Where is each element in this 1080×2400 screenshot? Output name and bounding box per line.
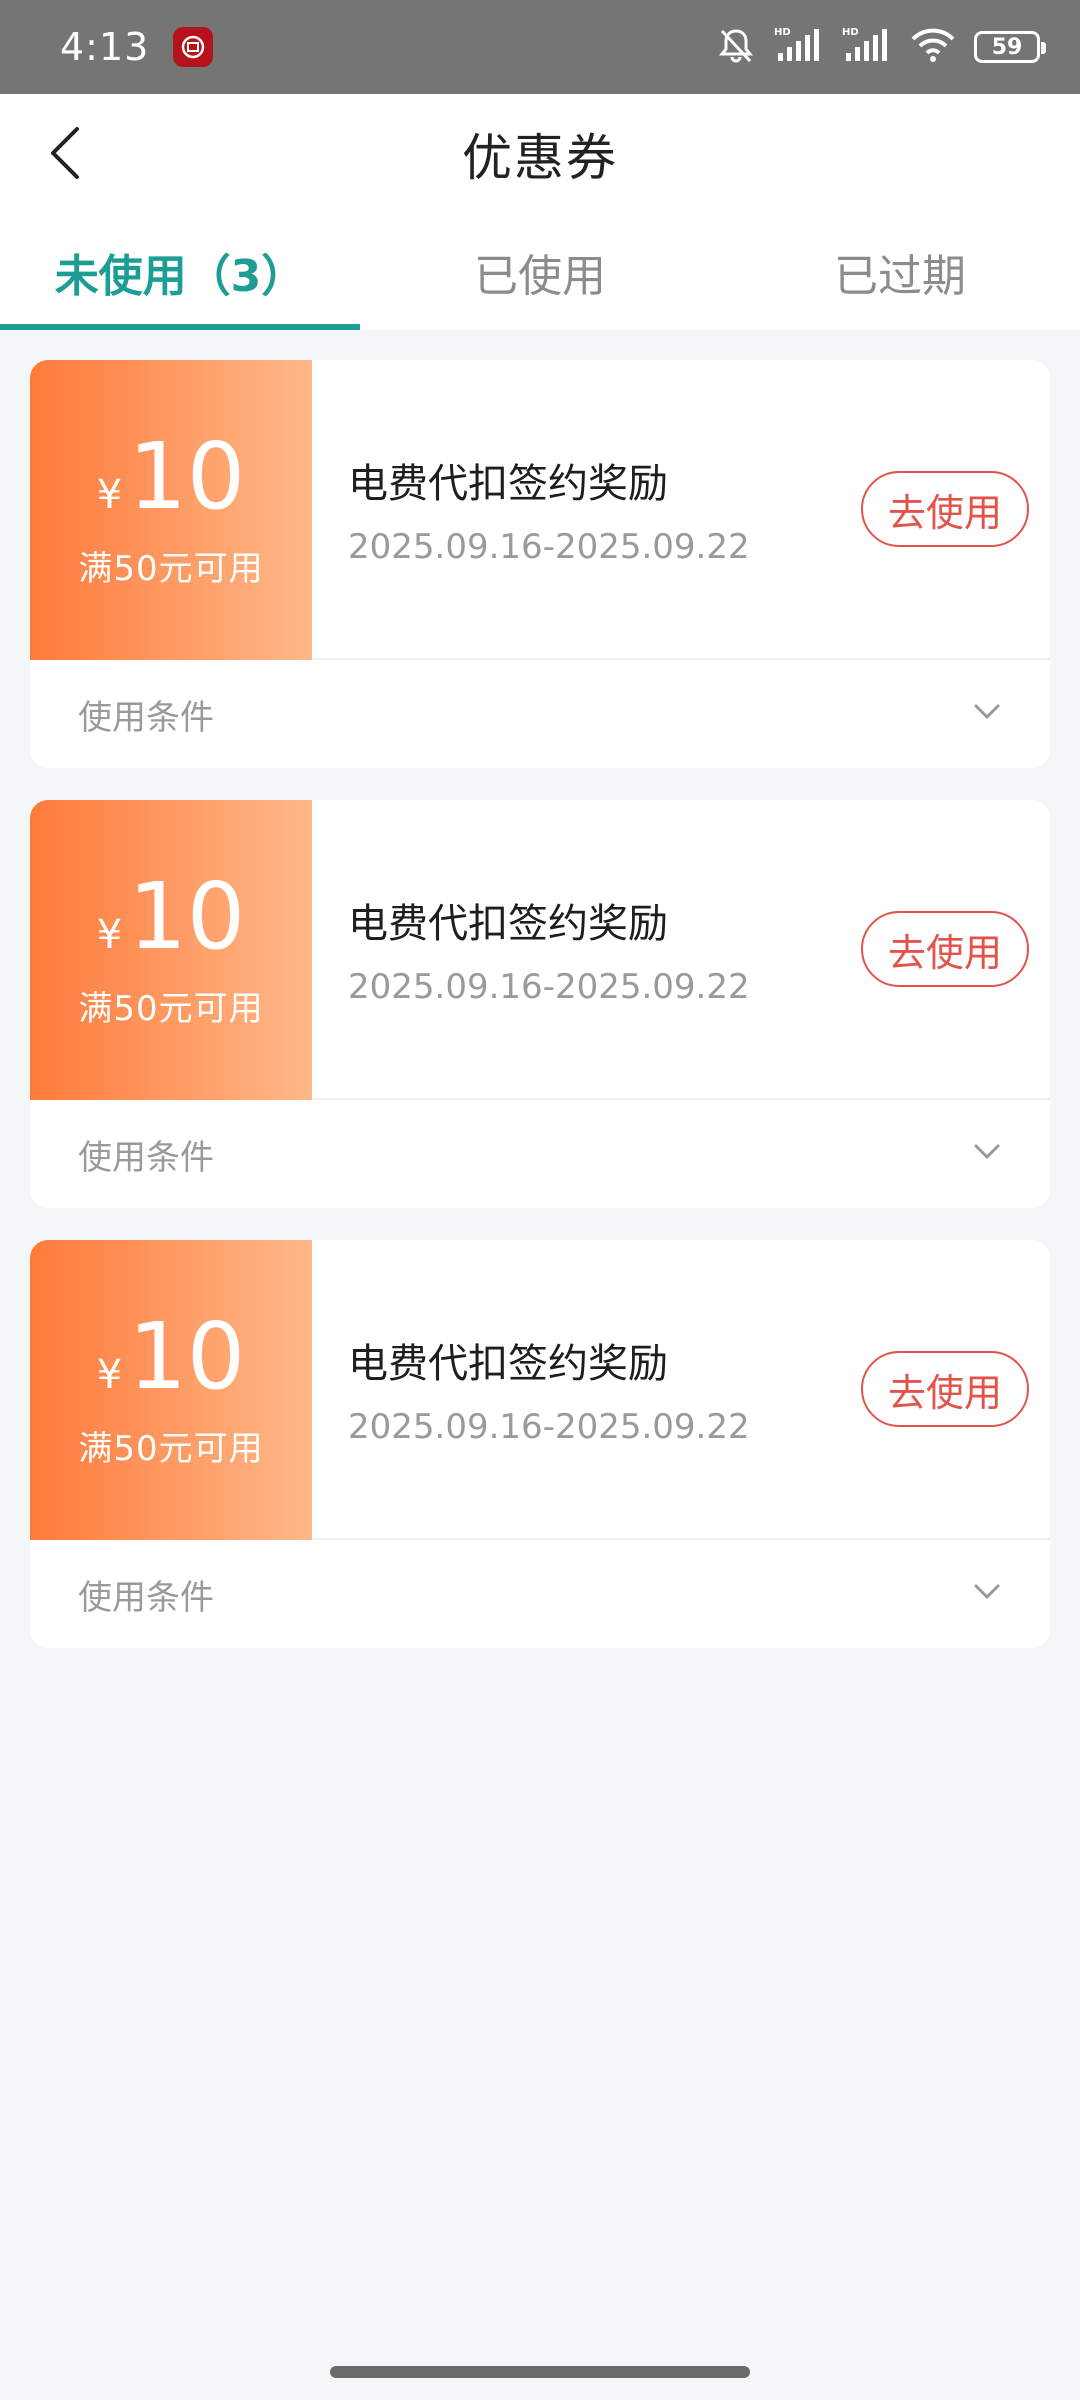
coupon-name: 电费代扣签约奖励 — [348, 901, 668, 947]
chevron-down-icon — [972, 1582, 1002, 1606]
currency-symbol: ¥ — [96, 471, 123, 518]
currency-symbol: ¥ — [96, 1351, 123, 1398]
coupon-top: ¥ 10 满50元可用 电费代扣签约奖励 2025.09.16-2025.09.… — [30, 800, 1050, 1100]
coupon-top: ¥ 10 满50元可用 电费代扣签约奖励 2025.09.16-2025.09.… — [30, 360, 1050, 660]
mute-bell-icon — [716, 25, 756, 69]
tab-expired[interactable]: 已过期 — [720, 214, 1080, 330]
hd-signal-icon: HD — [842, 25, 892, 69]
coupon-name: 电费代扣签约奖励 — [348, 1341, 668, 1387]
app-notification-icon — [173, 27, 214, 67]
battery-level: 59 — [991, 34, 1023, 60]
coupon-condition: 满50元可用 — [78, 988, 264, 1029]
coupon-amount: 10 — [128, 422, 246, 530]
coupon-date-range: 2025.09.16-2025.09.22 — [348, 527, 750, 567]
coupon-info: 电费代扣签约奖励 2025.09.16-2025.09.22 — [312, 800, 840, 1098]
coupon-tabs: 未使用（3） 已使用 已过期 — [0, 214, 1080, 330]
amount-row: ¥ 10 — [96, 422, 246, 530]
use-coupon-button[interactable]: 去使用 — [861, 471, 1029, 547]
currency-symbol: ¥ — [96, 911, 123, 958]
amount-row: ¥ 10 — [96, 862, 246, 970]
status-right: HD HD 59 — [716, 25, 1046, 69]
coupon-condition: 满50元可用 — [78, 548, 264, 589]
coupon-card: ¥ 10 满50元可用 电费代扣签约奖励 2025.09.16-2025.09.… — [30, 800, 1050, 1208]
coupon-name: 电费代扣签约奖励 — [348, 461, 668, 507]
coupon-date-range: 2025.09.16-2025.09.22 — [348, 967, 750, 1007]
terms-toggle[interactable]: 使用条件 — [30, 1100, 1050, 1208]
coupon-info: 电费代扣签约奖励 2025.09.16-2025.09.22 — [312, 1240, 840, 1538]
amount-row: ¥ 10 — [96, 1302, 246, 1410]
coupon-action: 去使用 — [840, 800, 1050, 1098]
back-button[interactable] — [30, 120, 100, 190]
home-indicator[interactable] — [330, 2366, 750, 2378]
coupon-card: ¥ 10 满50元可用 电费代扣签约奖励 2025.09.16-2025.09.… — [30, 1240, 1050, 1648]
chevron-down-icon — [972, 1142, 1002, 1166]
header: 优惠券 — [0, 94, 1080, 214]
battery-icon: 59 — [974, 31, 1046, 63]
page-title: 优惠券 — [462, 129, 618, 187]
status-time: 4:13 — [60, 25, 150, 69]
coupon-amount: 10 — [128, 1302, 246, 1410]
hd-signal-icon: HD — [774, 25, 824, 69]
coupon-value-panel: ¥ 10 满50元可用 — [30, 1240, 312, 1540]
coupon-list: ¥ 10 满50元可用 电费代扣签约奖励 2025.09.16-2025.09.… — [0, 330, 1080, 1648]
coupon-value-panel: ¥ 10 满50元可用 — [30, 800, 312, 1100]
svg-text:HD: HD — [842, 27, 859, 38]
tab-unused[interactable]: 未使用（3） — [0, 214, 360, 330]
coupon-action: 去使用 — [840, 1240, 1050, 1538]
coupon-value-panel: ¥ 10 满50元可用 — [30, 360, 312, 660]
status-left: 4:13 — [60, 25, 214, 69]
wifi-icon — [910, 25, 956, 69]
coupon-card: ¥ 10 满50元可用 电费代扣签约奖励 2025.09.16-2025.09.… — [30, 360, 1050, 768]
status-bar: 4:13 HD HD 59 — [0, 0, 1080, 94]
terms-toggle[interactable]: 使用条件 — [30, 660, 1050, 768]
terms-toggle[interactable]: 使用条件 — [30, 1540, 1050, 1648]
tab-used[interactable]: 已使用 — [360, 214, 720, 330]
svg-text:HD: HD — [774, 27, 791, 38]
terms-label: 使用条件 — [78, 697, 214, 738]
terms-label: 使用条件 — [78, 1577, 214, 1618]
chevron-down-icon — [972, 702, 1002, 726]
coupon-info: 电费代扣签约奖励 2025.09.16-2025.09.22 — [312, 360, 840, 658]
terms-label: 使用条件 — [78, 1137, 214, 1178]
coupon-date-range: 2025.09.16-2025.09.22 — [348, 1407, 750, 1447]
use-coupon-button[interactable]: 去使用 — [861, 1351, 1029, 1427]
coupon-amount: 10 — [128, 862, 246, 970]
use-coupon-button[interactable]: 去使用 — [861, 911, 1029, 987]
coupon-condition: 满50元可用 — [78, 1428, 264, 1469]
coupon-top: ¥ 10 满50元可用 电费代扣签约奖励 2025.09.16-2025.09.… — [30, 1240, 1050, 1540]
coupon-action: 去使用 — [840, 360, 1050, 658]
chevron-left-icon — [45, 123, 85, 187]
